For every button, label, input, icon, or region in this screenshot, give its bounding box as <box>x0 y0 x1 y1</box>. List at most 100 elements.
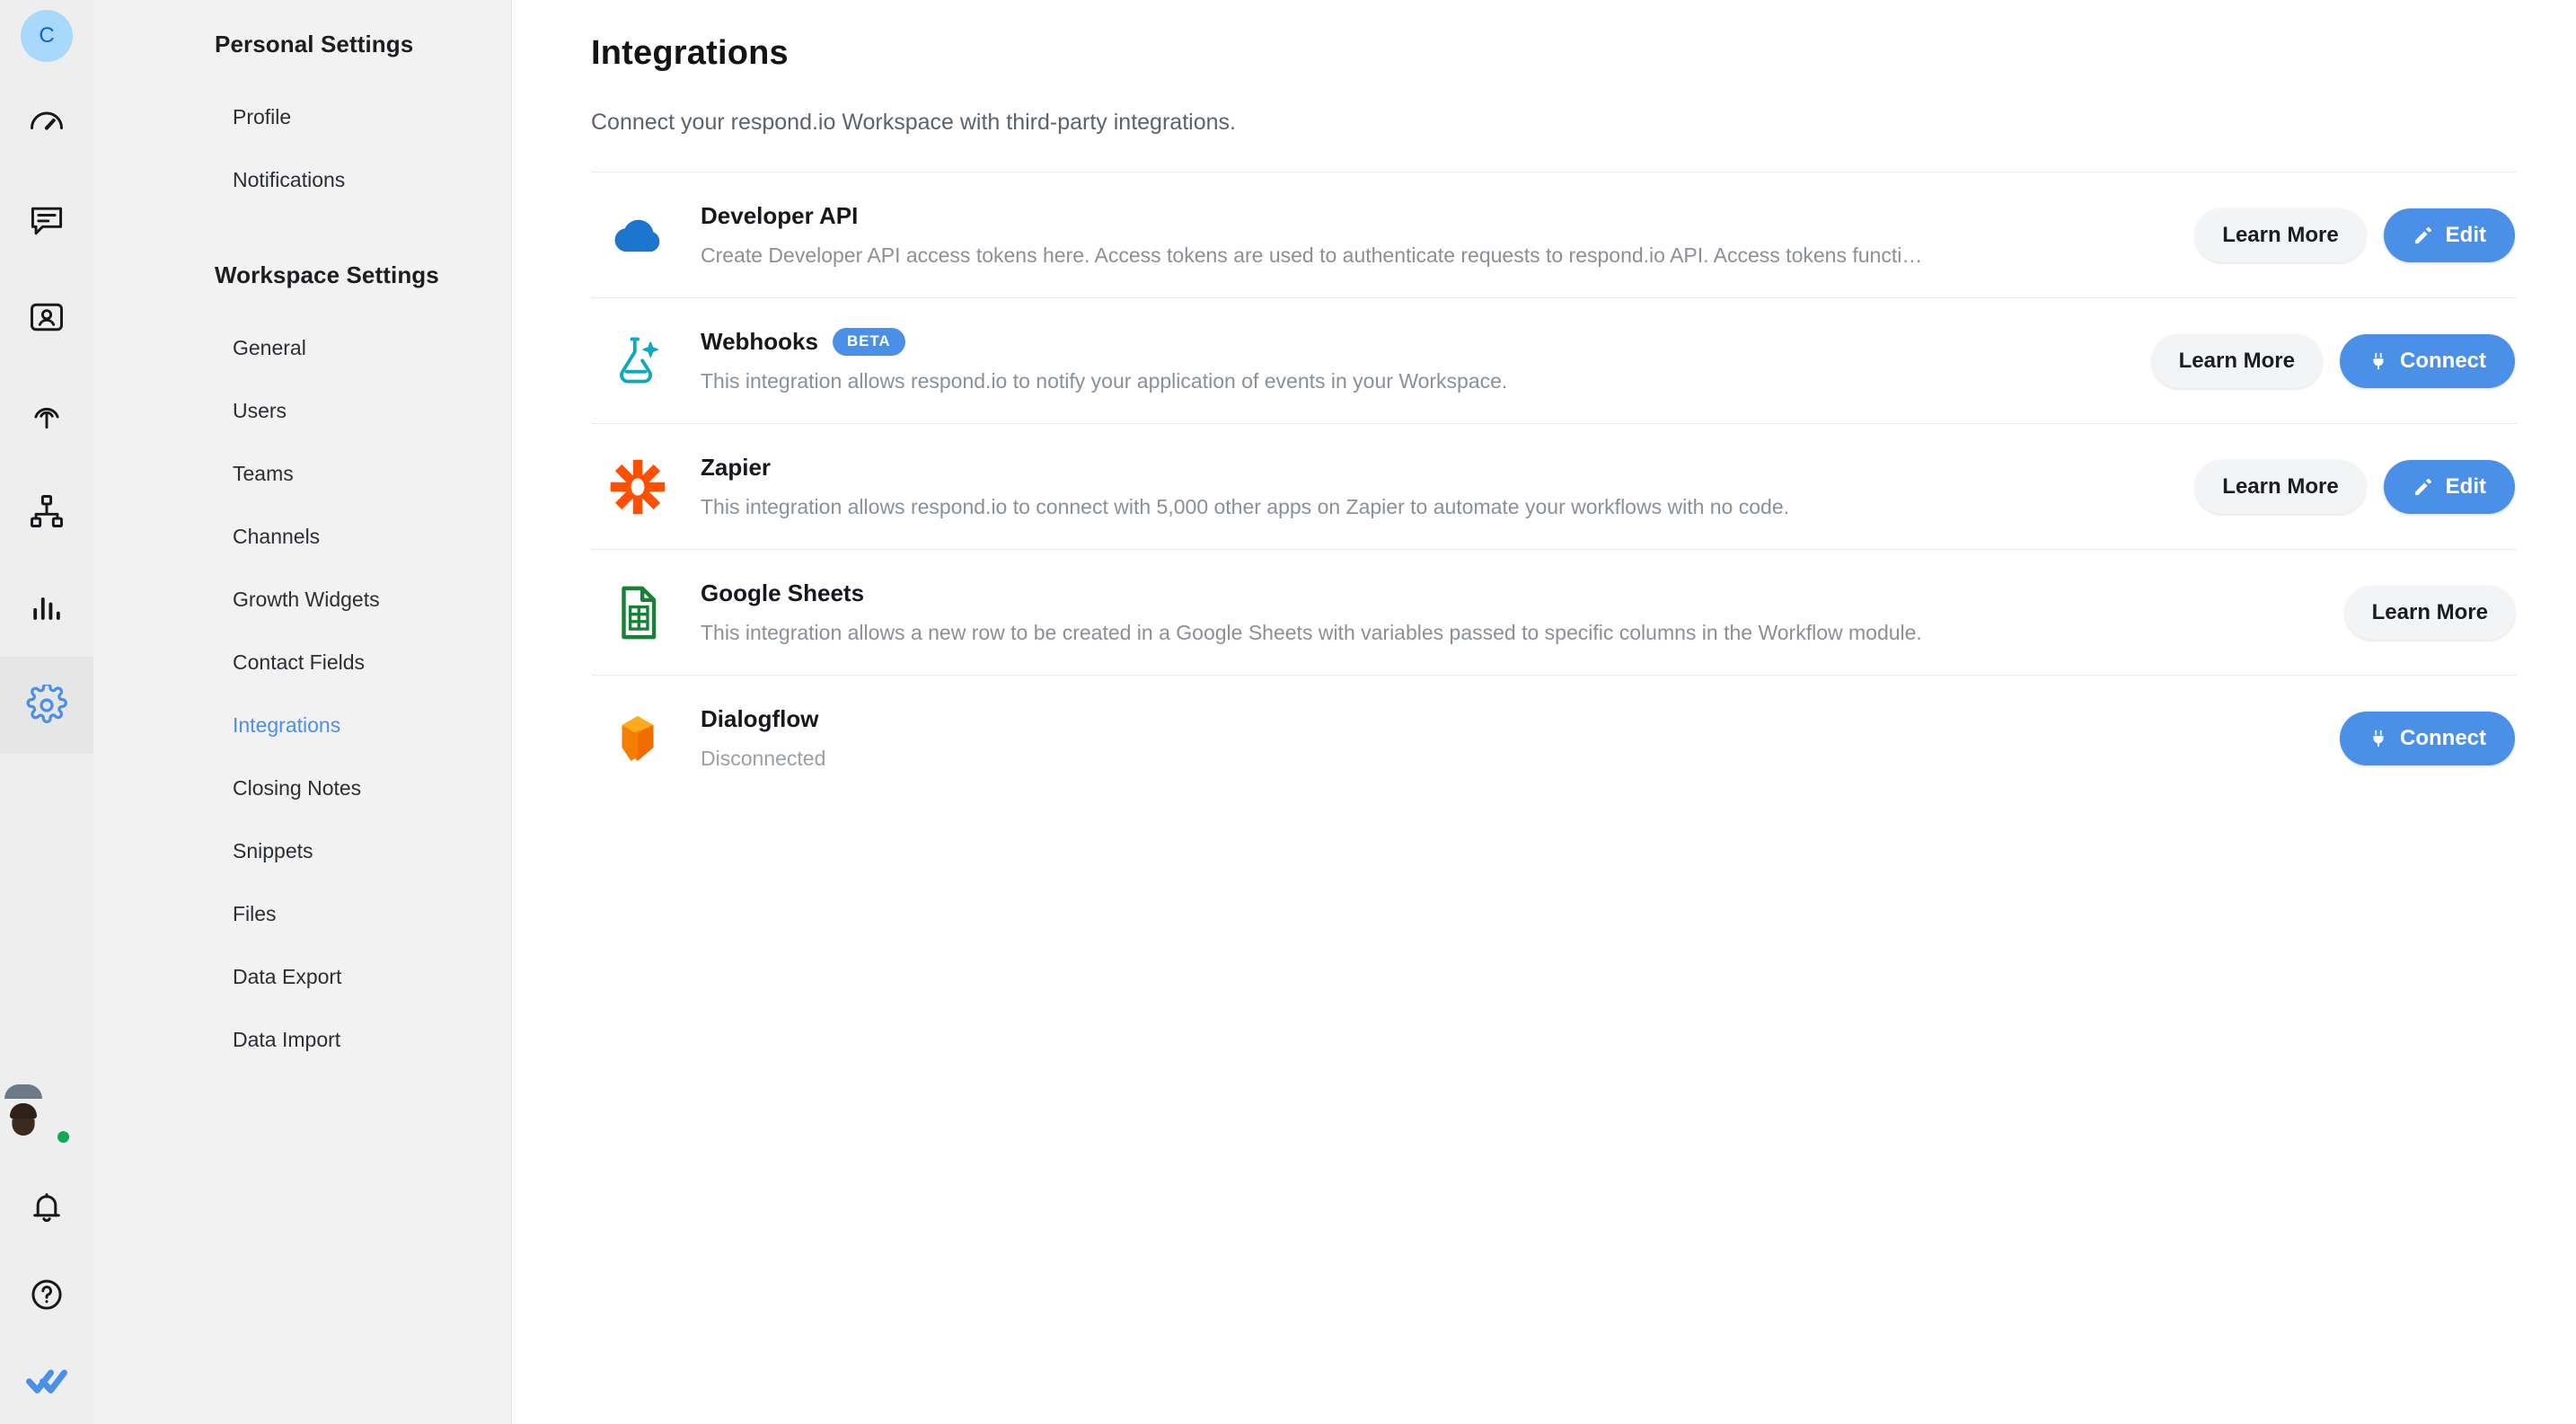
learn-more-label: Learn More <box>2222 222 2339 247</box>
integration-text: Dialogflow Disconnected <box>684 705 2340 771</box>
plug-icon <box>2369 350 2388 372</box>
rail-item-help[interactable] <box>0 1252 93 1338</box>
rail-item-messages[interactable] <box>0 172 93 269</box>
primary-icon-rail: C <box>0 0 93 1424</box>
page-subtitle: Connect your respond.io Workspace with t… <box>591 110 1236 135</box>
integration-title: Zapier <box>701 454 772 481</box>
app-root: C Personal Settings Profile Notification… <box>0 0 2576 1424</box>
connect-button[interactable]: Connect <box>2340 333 2515 388</box>
online-status-dot <box>56 1129 71 1145</box>
learn-more-button[interactable]: Learn More <box>2195 459 2366 514</box>
sidebar-item-closing-notes[interactable]: Closing Notes <box>93 756 511 819</box>
integration-title-line: Zapier <box>701 454 2172 482</box>
integration-description: This integration allows respond.io to co… <box>701 495 1790 518</box>
integration-row-developer-api: Developer API Create Developer API acces… <box>591 172 2517 297</box>
broadcasts-icon <box>27 394 66 434</box>
settings-sidebar: Personal Settings Profile Notifications … <box>93 0 512 1424</box>
learn-more-label: Learn More <box>2222 473 2339 499</box>
learn-more-button[interactable]: Learn More <box>2151 333 2322 388</box>
integrations-list: Developer API Create Developer API acces… <box>591 172 2517 800</box>
reports-icon <box>27 588 66 628</box>
integration-actions: Connect <box>2340 711 2515 765</box>
sidebar-item-files[interactable]: Files <box>93 882 511 945</box>
integration-row-webhooks: Webhooks BETA This integration allows re… <box>591 297 2517 423</box>
sidebar-item-users[interactable]: Users <box>93 379 511 442</box>
integration-icon-slot <box>591 208 684 263</box>
connect-button[interactable]: Connect <box>2340 711 2515 765</box>
contacts-icon <box>27 297 66 337</box>
integration-row-zapier: Zapier This integration allows respond.i… <box>591 423 2517 549</box>
rail-item-settings[interactable] <box>0 657 93 754</box>
status-badge: BETA <box>832 328 905 356</box>
page-title: Integrations <box>591 34 789 72</box>
dialogflow-icon <box>611 711 665 766</box>
workspace-initial-label: C <box>39 23 55 48</box>
sidebar-item-profile[interactable]: Profile <box>93 85 511 148</box>
rail-item-brand[interactable] <box>0 1338 93 1424</box>
sidebar-item-data-import[interactable]: Data Import <box>93 1008 511 1071</box>
edit-label: Edit <box>2445 473 2486 499</box>
integrations-page: Integrations Connect your respond.io Wor… <box>512 0 2576 1424</box>
sidebar-item-general[interactable]: General <box>93 316 511 379</box>
pencil-icon <box>2413 225 2434 246</box>
integration-description: Create Developer API access tokens here.… <box>701 243 1923 267</box>
integration-text: Developer API Create Developer API acces… <box>684 202 2195 268</box>
learn-more-button[interactable]: Learn More <box>2195 208 2366 262</box>
integration-icon-slot <box>591 333 684 389</box>
connect-label: Connect <box>2400 348 2486 373</box>
integration-text: Zapier This integration allows respond.i… <box>684 454 2195 519</box>
workspace-settings-heading: Workspace Settings <box>215 261 439 288</box>
pencil-icon <box>2413 476 2434 498</box>
dashboard-icon <box>27 103 66 143</box>
messages-icon <box>27 200 66 240</box>
integration-row-google-sheets: Google Sheets This integration allows a … <box>591 549 2517 675</box>
integration-row-dialogflow: Dialogflow Disconnected Connect <box>591 675 2517 800</box>
integration-status: Disconnected <box>701 747 826 770</box>
sidebar-item-contact-fields[interactable]: Contact Fields <box>93 631 511 694</box>
learn-more-label: Learn More <box>2371 599 2488 624</box>
personal-settings-heading: Personal Settings <box>215 31 414 57</box>
webhooks-flask-icon <box>610 333 666 389</box>
rail-item-reports[interactable] <box>0 560 93 657</box>
plug-icon <box>2369 728 2388 749</box>
integration-icon-slot <box>591 457 684 517</box>
rail-item-workflows[interactable] <box>0 463 93 560</box>
rail-item-broadcasts[interactable] <box>0 366 93 463</box>
rail-item-dashboard[interactable] <box>0 75 93 172</box>
learn-more-label: Learn More <box>2178 348 2295 373</box>
sidebar-item-teams[interactable]: Teams <box>93 442 511 505</box>
integration-actions: Learn More Edit <box>2195 208 2515 262</box>
sidebar-item-channels[interactable]: Channels <box>93 505 511 568</box>
integration-title-line: Google Sheets <box>701 579 2322 607</box>
rail-item-account[interactable] <box>0 1079 93 1165</box>
integration-description: This integration allows respond.io to no… <box>701 369 1508 393</box>
sidebar-item-integrations[interactable]: Integrations <box>93 694 511 756</box>
google-sheets-icon <box>610 585 666 641</box>
integration-actions: Learn More Connect <box>2151 333 2515 388</box>
integration-title: Dialogflow <box>701 705 819 732</box>
integration-title-line: Developer API <box>701 202 2172 230</box>
edit-button[interactable]: Edit <box>2383 459 2515 514</box>
connect-label: Connect <box>2400 725 2486 750</box>
rail-item-contacts[interactable] <box>0 269 93 366</box>
edit-label: Edit <box>2445 222 2486 247</box>
sidebar-item-data-export[interactable]: Data Export <box>93 945 511 1008</box>
rail-item-notifications[interactable] <box>0 1165 93 1252</box>
integration-title: Developer API <box>701 202 859 229</box>
integration-title: Google Sheets <box>701 579 865 606</box>
respond-io-logo <box>25 1361 68 1401</box>
integration-description: This integration allows a new row to be … <box>701 621 1922 644</box>
learn-more-button[interactable]: Learn More <box>2344 585 2515 640</box>
bell-icon <box>28 1190 66 1227</box>
workspace-initial-badge[interactable]: C <box>21 10 73 62</box>
edit-button[interactable]: Edit <box>2383 208 2515 262</box>
integration-text: Google Sheets This integration allows a … <box>684 579 2345 645</box>
rail-bottom-group <box>0 1079 93 1424</box>
integration-title: Webhooks <box>701 328 818 355</box>
integration-title-line: Webhooks BETA <box>701 328 2129 356</box>
user-avatar <box>4 1084 71 1145</box>
integration-icon-slot <box>591 711 684 766</box>
sidebar-item-snippets[interactable]: Snippets <box>93 819 511 882</box>
sidebar-item-growth-widgets[interactable]: Growth Widgets <box>93 568 511 631</box>
sidebar-item-notifications[interactable]: Notifications <box>93 148 511 211</box>
